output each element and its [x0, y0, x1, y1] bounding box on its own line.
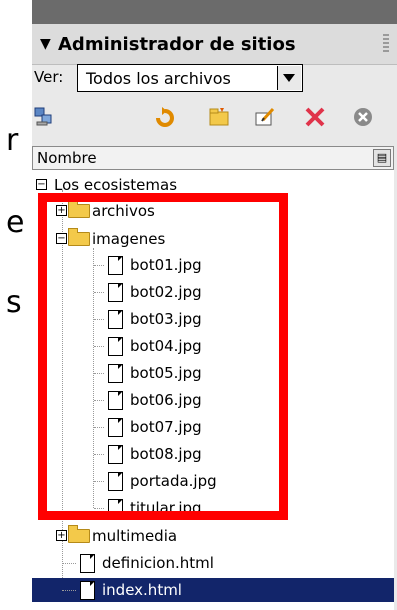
chevron-down-icon[interactable] — [277, 66, 301, 90]
panel-title-bar[interactable]: ▼ Administrador de sitios — [32, 24, 397, 65]
folder-label: multimedia — [92, 527, 178, 545]
column-header[interactable]: Nombre ▤ — [32, 146, 394, 170]
view-select-value: Todos los archivos — [86, 69, 231, 88]
panel-title: Administrador de sitios — [58, 34, 296, 55]
collapse-icon[interactable]: − — [36, 179, 47, 190]
partial-char: r — [6, 123, 19, 158]
partial-char: e — [6, 205, 25, 240]
toolbar — [32, 102, 397, 136]
folder-icon — [68, 525, 90, 543]
delete-icon[interactable] — [304, 106, 326, 128]
view-label: Ver: — [34, 68, 64, 86]
panel-grip-icon[interactable] — [383, 34, 389, 54]
partial-char: s — [6, 285, 22, 320]
left-partial-text: r e s — [0, 0, 32, 610]
put-files-icon[interactable] — [254, 106, 276, 128]
panel-top-bar — [32, 0, 397, 24]
column-options-icon[interactable]: ▤ — [373, 149, 391, 167]
file-label: definicion.html — [102, 554, 214, 572]
connect-icon[interactable] — [34, 106, 56, 128]
annotation-highlight-box — [38, 193, 288, 520]
file-icon — [80, 581, 95, 600]
collapse-arrow-icon[interactable]: ▼ — [40, 36, 51, 52]
column-name-label: Nombre — [37, 149, 97, 167]
file-icon — [80, 554, 95, 573]
refresh-icon[interactable] — [154, 106, 176, 128]
view-select[interactable]: Todos los archivos — [77, 64, 303, 92]
stop-icon[interactable] — [352, 106, 374, 128]
get-files-icon[interactable] — [208, 106, 230, 128]
file-label: index.html — [102, 581, 182, 599]
expand-icon[interactable]: + — [56, 530, 67, 541]
